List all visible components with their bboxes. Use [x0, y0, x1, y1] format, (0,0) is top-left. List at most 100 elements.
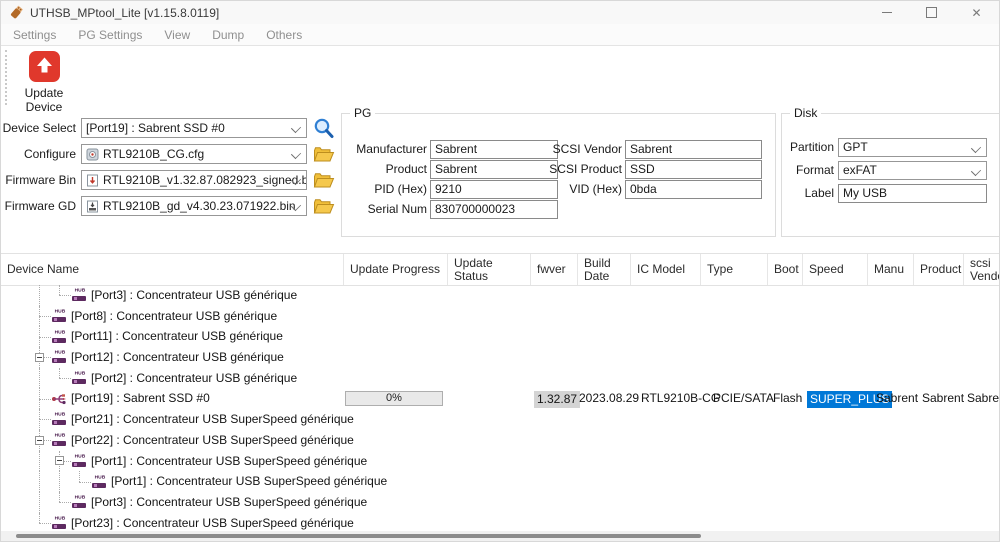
column-header-boot[interactable]: Boot — [768, 254, 803, 285]
chevron-down-icon — [291, 149, 301, 159]
firmware-gd-combobox[interactable]: RTL9210B_gd_v4.30.23.071922.bin — [81, 196, 307, 216]
tree-branch-line — [39, 409, 40, 419]
column-header-device-name[interactable]: Device Name — [1, 254, 344, 285]
tree-row-9[interactable]: HUB[Port1] : Concentrateur USB SuperSpee… — [1, 451, 1000, 472]
menu-item-others[interactable]: Others — [262, 26, 306, 44]
tree-row-10[interactable]: HUB [Port1] : Concentrateur USB SuperSpee… — [1, 471, 1000, 492]
menu-item-settings[interactable]: Settings — [9, 26, 60, 44]
tree-item-label[interactable]: [Port3] : Concentrateur USB générique — [91, 285, 297, 306]
pid-hex--field[interactable]: 9210 — [430, 180, 558, 199]
tree-guide-line — [39, 451, 40, 472]
column-header-build-date[interactable]: Build Date — [578, 254, 631, 285]
tree-row-3[interactable]: HUB[Port11] : Concentrateur USB génériqu… — [1, 326, 1000, 347]
column-header-update-progress[interactable]: Update Progress — [344, 254, 448, 285]
tree-item-label[interactable]: [Port11] : Concentrateur USB générique — [71, 326, 283, 347]
column-header-fwver[interactable]: fwver — [531, 254, 578, 285]
tree-row-7[interactable]: HUB [Port21] : Concentrateur USB SuperSpe… — [1, 409, 1000, 430]
configure-combobox[interactable]: RTL9210B_CG.cfg — [81, 144, 307, 164]
manufacturer-field[interactable]: Sabrent — [430, 140, 558, 159]
tree-row-1[interactable]: HUB[Port3] : Concentrateur USB générique — [1, 285, 1000, 306]
column-header-manu[interactable]: Manu — [868, 254, 914, 285]
tree-row-11[interactable]: HUB[Port3] : Concentrateur USB SuperSpee… — [1, 492, 1000, 513]
configure-label: Configure — [1, 144, 76, 164]
tree-row-4[interactable]: HUB[Port12] : Concentrateur USB génériqu… — [1, 347, 1000, 368]
browse-folder-button[interactable] — [311, 196, 337, 216]
pg-left-label-1: Product — [342, 160, 427, 179]
tree-item-label[interactable]: [Port2] : Concentrateur USB générique — [91, 368, 297, 389]
window-controls: ✕ — [864, 1, 999, 24]
column-header-scsi-vendor[interactable]: scsi Vendor — [964, 254, 1000, 285]
usb-hub-icon: HUB — [71, 371, 87, 385]
column-header-product[interactable]: Product — [914, 254, 964, 285]
tree-row-8[interactable]: HUB[Port22] : Concentrateur USB SuperSpe… — [1, 430, 1000, 451]
search-button[interactable] — [311, 118, 337, 138]
tree-item-label[interactable]: [Port22] : Concentrateur USB SuperSpeed … — [71, 430, 354, 451]
browse-folder-button[interactable] — [311, 144, 337, 164]
browse-folder-button[interactable] — [311, 170, 337, 190]
tree-item-label[interactable]: [Port1] : Concentrateur USB SuperSpeed g… — [91, 451, 367, 472]
update-device-button[interactable]: Update Device — [9, 49, 79, 114]
tree-item-label[interactable]: [Port8] : Concentrateur USB générique — [71, 306, 277, 327]
product-field[interactable]: Sabrent — [430, 160, 558, 179]
tree-branch-line — [39, 388, 40, 398]
form-row-3: Firmware GDRTL9210B_gd_v4.30.23.071922.b… — [1, 196, 341, 216]
usb-hub-icon: HUB — [91, 475, 107, 489]
combo-value: RTL9210B_gd_v4.30.23.071922.bin — [103, 199, 296, 213]
format-dropdown[interactable]: exFAT — [838, 161, 987, 180]
scsi-product-field[interactable]: SSD — [625, 160, 762, 179]
chevron-down-icon — [971, 143, 981, 153]
menu-item-dump[interactable]: Dump — [208, 26, 248, 44]
boot-cell: Flash — [773, 388, 802, 409]
tree-branch-line — [39, 306, 40, 316]
tree-item-label[interactable]: [Port3] : Concentrateur USB SuperSpeed g… — [91, 492, 367, 513]
column-header-ic-model[interactable]: IC Model — [631, 254, 701, 285]
column-header-speed[interactable]: Speed — [803, 254, 868, 285]
tree-connector — [39, 419, 51, 420]
tree-row-6[interactable]: [Port19] : Sabrent SSD #00%1.32.872023.0… — [1, 388, 1000, 409]
scsi-vendor-field[interactable]: Sabrent — [625, 140, 762, 159]
tree-item-label[interactable]: [Port12] : Concentrateur USB générique — [71, 347, 284, 368]
column-header-type[interactable]: Type — [701, 254, 768, 285]
form-row-0: Device Select[Port19] : Sabrent SSD #0 — [1, 118, 341, 138]
pg-left-label-2: PID (Hex) — [342, 180, 427, 199]
collapse-expander-icon[interactable] — [55, 456, 64, 465]
tree-item-label[interactable]: [Port19] : Sabrent SSD #0 — [71, 388, 210, 409]
minimize-button[interactable] — [864, 1, 909, 24]
menu-item-view[interactable]: View — [160, 26, 194, 44]
tree-row-5[interactable]: HUB [Port2] : Concentrateur USB générique — [1, 368, 1000, 389]
column-header-update-status[interactable]: Update Status — [448, 254, 531, 285]
chevron-down-icon — [971, 166, 981, 176]
tree-branch-line — [79, 471, 80, 481]
scrollbar-thumb[interactable] — [16, 534, 701, 538]
fwver-cell: 1.32.87 — [534, 391, 580, 408]
pg-left-label-3: Serial Num — [342, 200, 427, 219]
title-bar: UTHSB_MPtool_Lite [v1.15.8.0119] ✕ — [1, 1, 999, 24]
vid-hex--field[interactable]: 0bda — [625, 180, 762, 199]
toolbar: Update Device — [1, 46, 999, 109]
pg-right-label-2: VID (Hex) — [542, 180, 622, 199]
device-tree: HUB[Port3] : Concentrateur USB générique… — [1, 285, 1000, 533]
collapse-expander-icon[interactable] — [35, 436, 44, 445]
tree-branch-line — [59, 285, 60, 295]
label-field[interactable]: My USB — [838, 184, 987, 203]
usb-hub-icon: HUB — [51, 412, 67, 426]
update-progress-bar: 0% — [345, 391, 443, 406]
firmware-bin-combobox[interactable]: RTL9210B_v1.32.87.082923_signed.bin — [81, 170, 307, 190]
serial-num-field[interactable]: 830700000023 — [430, 200, 558, 219]
partition-dropdown[interactable]: GPT — [838, 138, 987, 157]
collapse-expander-icon[interactable] — [35, 353, 44, 362]
pg-group-title: PG — [350, 106, 375, 120]
device-select-combobox[interactable]: [Port19] : Sabrent SSD #0 — [81, 118, 307, 138]
horizontal-scrollbar[interactable] — [1, 531, 999, 541]
pg-right-label-1: SCSI Product — [542, 160, 622, 179]
tree-row-2[interactable]: HUB[Port8] : Concentrateur USB générique — [1, 306, 1000, 327]
tree-item-label[interactable]: [Port21] : Concentrateur USB SuperSpeed … — [71, 409, 354, 430]
close-icon[interactable]: ✕ — [954, 1, 999, 24]
maximize-button[interactable] — [909, 1, 954, 24]
tree-item-label[interactable]: [Port1] : Concentrateur USB SuperSpeed g… — [111, 471, 387, 492]
tree-guide-line — [59, 471, 60, 492]
update-device-label: Update Device — [9, 86, 79, 114]
tree-connector — [59, 502, 71, 503]
menu-item-pg-settings[interactable]: PG Settings — [74, 26, 146, 44]
tree-connector — [59, 295, 71, 296]
